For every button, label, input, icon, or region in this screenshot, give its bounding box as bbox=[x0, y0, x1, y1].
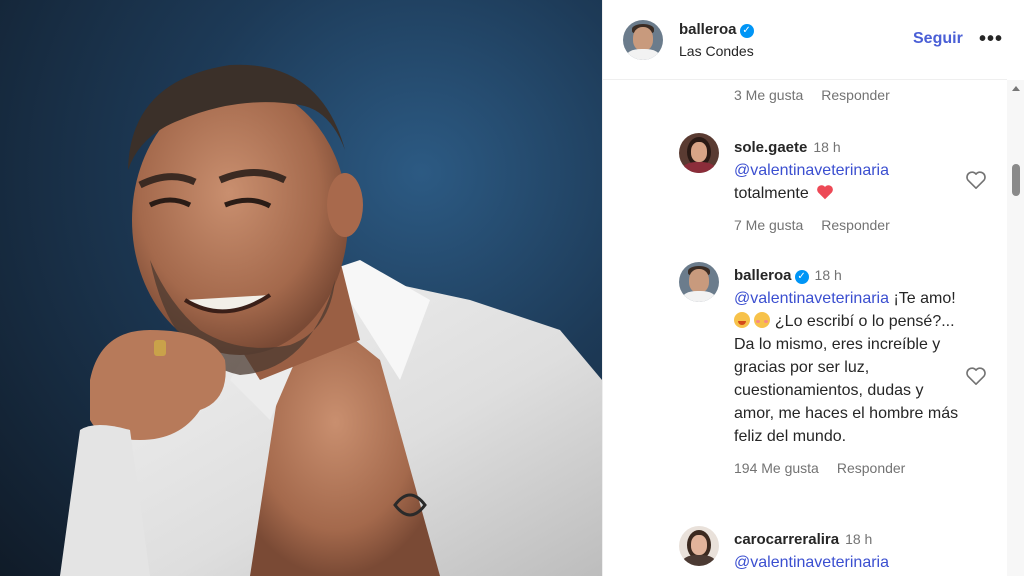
comment-text-part2: ¿Lo escribí o lo pensé?... Da lo mismo, … bbox=[734, 313, 959, 445]
mention-link[interactable]: @valentinaveterinaria bbox=[734, 554, 889, 571]
scroll-up-arrow-icon[interactable] bbox=[1012, 86, 1020, 91]
verified-badge-icon: ✓ bbox=[739, 24, 754, 38]
comment-item: sole.gaete 18 h @valentinaveterinaria tot… bbox=[734, 136, 964, 233]
comment-text-part1: ¡Te amo! bbox=[889, 290, 956, 307]
reply-button[interactable]: Responder bbox=[821, 87, 890, 103]
comment-username[interactable]: carocarreralira bbox=[734, 531, 839, 548]
like-count[interactable]: 194 Me gusta bbox=[734, 460, 819, 476]
author-username[interactable]: balleroa bbox=[679, 21, 737, 38]
comment-text: totalmente bbox=[734, 185, 809, 202]
post-photo bbox=[0, 0, 602, 576]
comments-scrollbar[interactable] bbox=[1007, 80, 1024, 576]
follow-button[interactable]: Seguir bbox=[913, 30, 963, 48]
scrollbar-thumb[interactable] bbox=[1012, 164, 1020, 196]
comments-panel: balleroa ✓ Las Condes Seguir ••• 3 Me gus… bbox=[602, 0, 1024, 576]
comment-item: balleroa ✓ 18 h @valentinaveterinaria ¡Te … bbox=[734, 264, 964, 476]
author-avatar[interactable] bbox=[623, 20, 663, 60]
commenter-avatar[interactable] bbox=[679, 526, 719, 566]
reply-button[interactable]: Responder bbox=[837, 460, 906, 476]
heart-outline-icon[interactable] bbox=[965, 170, 987, 190]
heart-outline-icon[interactable] bbox=[965, 366, 987, 386]
commenter-avatar[interactable] bbox=[679, 133, 719, 173]
blushing-face-emoji bbox=[754, 312, 771, 328]
commenter-avatar[interactable] bbox=[679, 262, 719, 302]
comment-time[interactable]: 18 h bbox=[813, 139, 840, 155]
more-options-icon[interactable]: ••• bbox=[979, 28, 1003, 51]
mention-link[interactable]: @valentinaveterinaria bbox=[734, 290, 889, 307]
previous-comment-meta: 3 Me gusta Responder bbox=[734, 87, 908, 103]
portrait-illustration bbox=[60, 64, 602, 576]
post-location[interactable]: Las Condes bbox=[679, 43, 754, 59]
comment-username[interactable]: sole.gaete bbox=[734, 139, 807, 156]
comment-time[interactable]: 18 h bbox=[845, 531, 872, 547]
red-heart-emoji bbox=[817, 185, 834, 200]
reply-button[interactable]: Responder bbox=[821, 217, 890, 233]
comment-item: carocarreralira 18 h @valentinaveterinari… bbox=[734, 528, 964, 574]
author-info: balleroa ✓ Las Condes bbox=[679, 21, 754, 59]
comment-time[interactable]: 18 h bbox=[815, 267, 842, 283]
hand-over-mouth-emoji bbox=[734, 312, 750, 328]
like-count[interactable]: 7 Me gusta bbox=[734, 217, 803, 233]
mention-link[interactable]: @valentinaveterinaria bbox=[734, 162, 889, 179]
verified-badge-icon: ✓ bbox=[794, 270, 809, 284]
post-header: balleroa ✓ Las Condes Seguir ••• bbox=[603, 0, 1007, 80]
comment-username[interactable]: balleroa bbox=[734, 267, 792, 284]
like-count[interactable]: 3 Me gusta bbox=[734, 87, 803, 103]
